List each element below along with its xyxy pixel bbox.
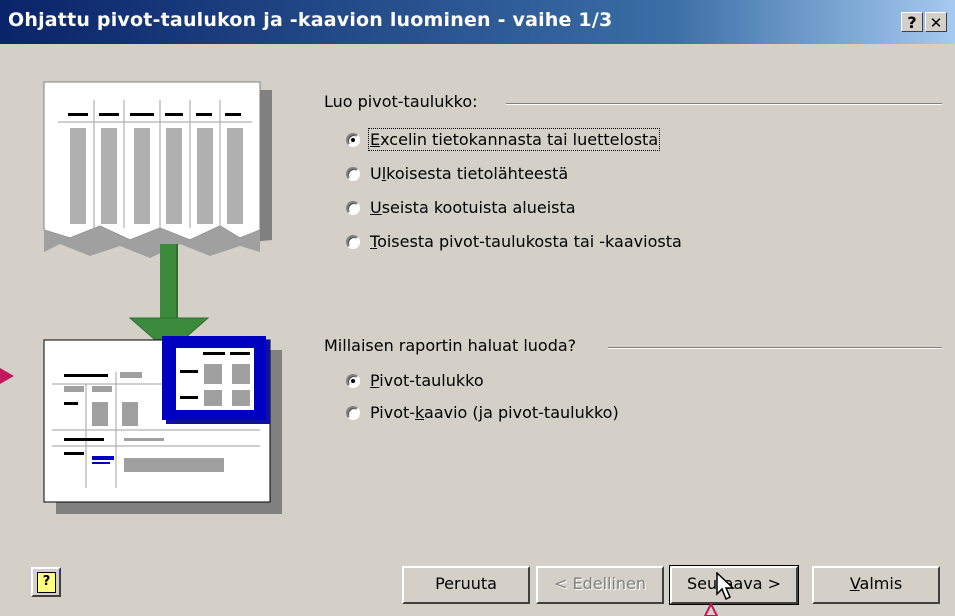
report-option-chart-radio[interactable] — [346, 406, 360, 420]
source-option-pivot-label[interactable]: Toisesta pivot-taulukosta tai -kaaviosta — [370, 232, 682, 251]
finish-button[interactable]: Valmis — [812, 566, 940, 604]
title-close-button[interactable]: ✕ — [925, 12, 947, 32]
pointer-arrow-icon — [703, 603, 719, 616]
title-help-button[interactable]: ? — [901, 12, 923, 32]
report-option-table-label[interactable]: Pivot-taulukko — [370, 371, 484, 390]
help-question-icon: ? — [37, 572, 56, 593]
source-group-label: Luo pivot-taulukko: — [324, 92, 478, 111]
help-button[interactable]: ? — [31, 567, 61, 597]
wizard-illustration — [0, 81, 282, 514]
source-option-external-radio[interactable] — [346, 167, 360, 181]
report-group-divider — [608, 347, 942, 349]
pivot-wizard-dialog: Ohjattu pivot-taulukon ja -kaavion luomi… — [0, 0, 955, 616]
source-option-pivot-radio[interactable] — [346, 235, 360, 249]
report-option-table-radio[interactable] — [346, 374, 360, 388]
report-group-label: Millaisen raportin haluat luoda? — [324, 336, 577, 355]
back-button[interactable]: < Edellinen — [536, 566, 664, 604]
source-option-ranges-radio[interactable] — [346, 201, 360, 215]
window-title: Ohjattu pivot-taulukon ja -kaavion luomi… — [8, 9, 613, 31]
mouse-cursor-icon — [716, 572, 735, 601]
source-option-excel-label[interactable]: Excelin tietokannasta tai luettelosta — [367, 128, 661, 151]
source-group-divider — [506, 103, 942, 105]
source-option-external-label[interactable]: Ulkoisesta tietolähteestä — [370, 164, 568, 183]
report-option-chart-label[interactable]: Pivot-kaavio (ja pivot-taulukko) — [370, 403, 619, 422]
source-option-ranges-label[interactable]: Useista kootuista alueista — [370, 198, 576, 217]
cancel-button[interactable]: Peruuta — [402, 566, 530, 604]
source-option-excel-radio[interactable] — [346, 133, 360, 147]
title-bar: Ohjattu pivot-taulukon ja -kaavion luomi… — [0, 0, 955, 44]
